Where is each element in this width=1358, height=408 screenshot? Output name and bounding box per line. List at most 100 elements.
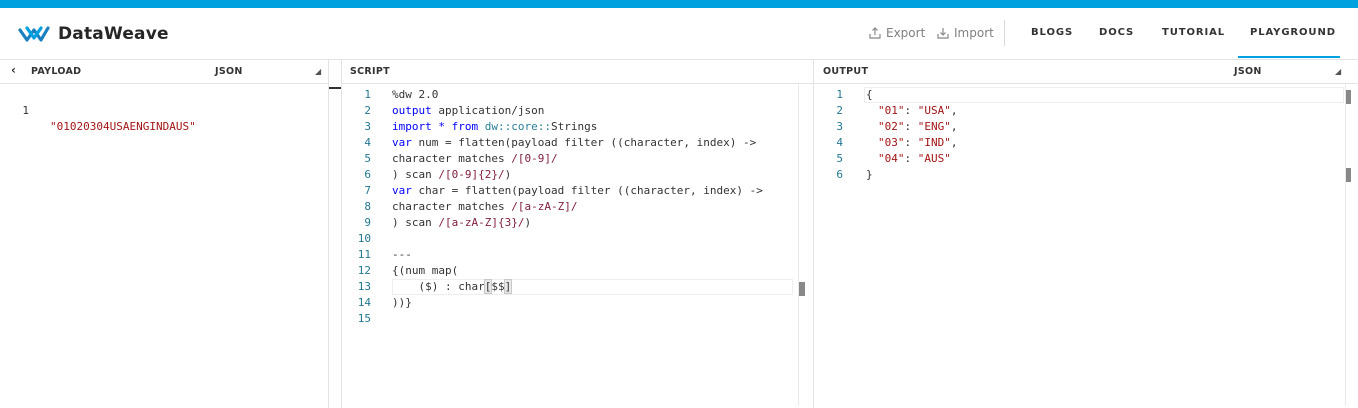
code-token: application/json [431,104,545,117]
current-line-highlight [864,87,1344,103]
payload-title: PAYLOAD [31,66,82,77]
json-value: "AUS" [917,152,951,165]
output-panel-header: OUTPUT JSON ◢ [814,60,1358,84]
import-label: Import [954,26,994,40]
code-text: var num = flatten(payload filter ((chara… [392,135,756,151]
json-colon: : [904,104,918,117]
code-token: character matches [392,200,512,213]
script-editor[interactable]: 1 %dw 2.0 2 output application/json 3 impor… [342,87,813,327]
json-value: "ENG" [917,120,951,133]
payload-scrollbar-thumb[interactable] [329,87,341,89]
code-line: 4 "03": "IND", [814,135,1358,151]
line-number: 1 [836,88,843,101]
code-text: "04": "AUS" [878,151,951,167]
export-button[interactable]: Export [868,26,925,40]
top-accent-bar [0,0,1358,8]
nav-playground[interactable]: PLAYGROUND [1250,27,1336,38]
payload-text: "01020304USAENGINDAUS" [50,120,196,133]
line-number: 4 [836,136,843,149]
line-number: 5 [364,152,371,165]
json-key: "04" [878,152,905,165]
code-token: num = flatten(payload filter ((character… [411,136,757,149]
output-scrollbar-marker [1346,168,1351,182]
code-text: "01": "USA", [878,103,958,119]
code-token: import [392,120,432,133]
code-token: ) [524,216,532,229]
import-button[interactable]: Import [936,26,994,40]
code-line: 6} [814,167,1358,183]
code-line: 8 character matches /[a-zA-Z]/ [342,199,813,215]
dataweave-logo-icon [18,26,50,42]
script-scrollbar[interactable] [798,84,809,406]
json-colon: : [904,136,918,149]
code-line: 5 "04": "AUS" [814,151,1358,167]
code-line: 6) scan /[0-9]{2}/) [342,167,813,183]
bracket-match: ] [503,279,513,294]
line-number: 6 [836,168,843,181]
json-key: "02" [878,120,905,133]
export-icon [869,27,881,39]
line-number: 2 [836,104,843,117]
line-number: 8 [364,200,371,213]
output-editor[interactable]: 1{ 2 "01": "USA", 3 "02": "ENG", 4 "03": "I… [814,87,1358,183]
code-line-current: 13 ($) : char[$$] [342,279,813,295]
code-text: output application/json [392,103,544,119]
code-line: 3 "02": "ENG", [814,119,1358,135]
output-format-select[interactable]: JSON [1234,66,1262,77]
code-line: 12 {(num map( [342,263,813,279]
code-line: 2 output application/json [342,103,813,119]
line-number: 2 [364,104,371,117]
payload-format-caret-icon[interactable]: ◢ [315,67,321,76]
nav-docs[interactable]: DOCS [1099,27,1134,38]
output-scrollbar[interactable] [1345,84,1356,406]
code-token: /[a-zA-Z]/ [511,200,578,213]
code-line: 5 character matches /[0-9]/ [342,151,813,167]
line-number: 11 [357,248,371,261]
code-line-current: 1{ [814,87,1358,103]
import-icon [937,28,949,39]
line-number: 3 [364,120,371,133]
code-line: 3 import * from dw::core::Strings [342,119,813,135]
code-token: output [392,104,432,117]
json-key: "03" [878,136,905,149]
code-text: ) scan /[0-9]{2}/) [392,167,511,183]
line-number: 12 [357,264,371,277]
code-token: * [431,120,452,133]
nav-active-indicator [1238,56,1340,58]
json-comma: , [950,120,958,133]
code-text: var char = flatten(payload filter ((char… [392,183,763,199]
code-line: 15 [342,311,813,327]
code-token: ($) : char [392,280,485,293]
code-text: --- [392,248,412,261]
json-colon: : [904,120,918,133]
output-format-caret-icon[interactable]: ◢ [1335,67,1341,76]
line-number: 5 [836,152,843,165]
payload-format-select[interactable]: JSON [215,66,243,77]
payload-editor[interactable]: 1 "01020304USAENGINDAUS" [0,87,328,133]
nav-tutorial[interactable]: TUTORIAL [1162,27,1225,38]
code-text: %dw 2.0 [392,88,439,101]
line-number: 15 [357,312,371,325]
code-token: Strings [550,120,598,133]
payload-scrollbar[interactable] [328,60,341,408]
code-line: 10 [342,231,813,247]
code-line: 1 %dw 2.0 [342,87,813,103]
code-line: 4 var num = flatten(payload filter ((char… [342,135,813,151]
code-text: } [866,168,873,181]
payload-panel: ‹ PAYLOAD JSON ◢ 1 "01020304USAENGINDAUS… [0,60,328,408]
brand-logo[interactable]: DataWeave [18,21,169,47]
line-number: 1 [22,104,29,117]
code-token: $$ [491,280,505,293]
nav-blogs[interactable]: BLOGS [1031,27,1073,38]
payload-panel-header: ‹ PAYLOAD JSON ◢ [0,60,328,84]
line-number: 14 [357,296,371,309]
code-token: ) scan [392,168,439,181]
script-panel-header: SCRIPT [342,60,813,84]
code-text: ) scan /[a-zA-Z]{3}/) [392,215,531,231]
code-token: /[0-9]/ [511,152,558,165]
code-line: 1 "01020304USAENGINDAUS" [0,87,328,133]
collapse-panel-icon[interactable]: ‹ [11,63,16,77]
output-panel: OUTPUT JSON ◢ 1{ 2 "01": "USA", 3 "02": "E… [813,60,1358,408]
line-number: 10 [357,232,371,245]
